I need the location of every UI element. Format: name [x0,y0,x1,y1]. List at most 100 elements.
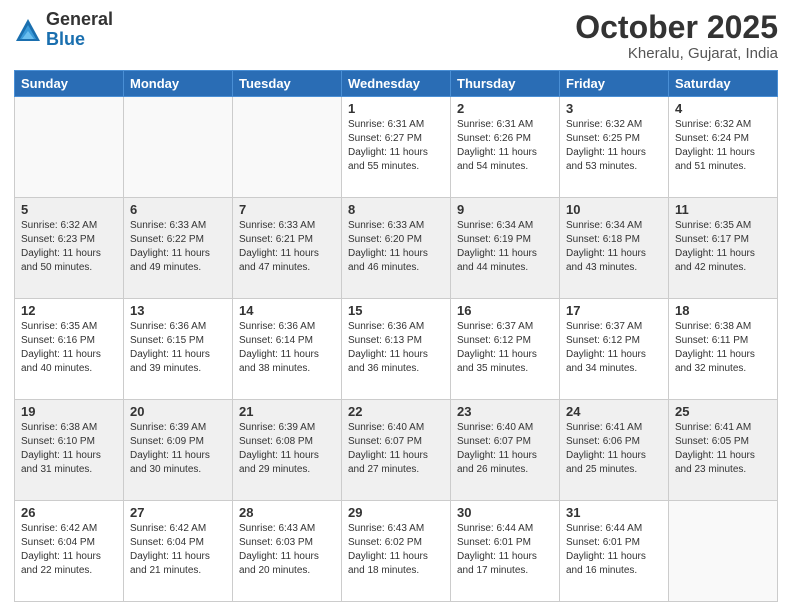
table-row: 7 Sunrise: 6:33 AM Sunset: 6:21 PM Daylig… [233,198,342,299]
table-row [124,97,233,198]
day-number: 15 [348,303,444,318]
day-number: 8 [348,202,444,217]
header-wednesday: Wednesday [342,71,451,97]
header: General Blue October 2025 Kheralu, Gujar… [14,10,778,62]
table-row: 9 Sunrise: 6:34 AM Sunset: 6:19 PM Daylig… [451,198,560,299]
title-block: October 2025 Kheralu, Gujarat, India [575,10,778,62]
day-number: 9 [457,202,553,217]
table-row: 31 Sunrise: 6:44 AM Sunset: 6:01 PM Dayli… [560,501,669,602]
day-number: 30 [457,505,553,520]
logo-blue-text: Blue [46,30,113,50]
header-friday: Friday [560,71,669,97]
day-info: Sunrise: 6:32 AM Sunset: 6:24 PM Dayligh… [675,118,771,174]
table-row: 22 Sunrise: 6:40 AM Sunset: 6:07 PM Dayli… [342,400,451,501]
table-row [233,97,342,198]
day-number: 11 [675,202,771,217]
day-info: Sunrise: 6:37 AM Sunset: 6:12 PM Dayligh… [566,320,662,376]
month-title: October 2025 [575,10,778,45]
header-tuesday: Tuesday [233,71,342,97]
calendar-week-row: 19Sunrise: 6:38 AM Sunset: 6:10 PM Dayli… [15,400,778,501]
day-info: Sunrise: 6:41 AM Sunset: 6:06 PM Dayligh… [566,421,662,477]
table-row [15,97,124,198]
table-row: 23 Sunrise: 6:40 AM Sunset: 6:07 PM Dayli… [451,400,560,501]
day-info: Sunrise: 6:41 AM Sunset: 6:05 PM Dayligh… [675,421,771,477]
logo-text: General Blue [46,10,113,50]
calendar-week-row: 12Sunrise: 6:35 AM Sunset: 6:16 PM Dayli… [15,299,778,400]
day-number: 17 [566,303,662,318]
day-info: Sunrise: 6:34 AM Sunset: 6:18 PM Dayligh… [566,219,662,275]
day-number: 26 [21,505,117,520]
table-row: 3 Sunrise: 6:32 AM Sunset: 6:25 PM Daylig… [560,97,669,198]
day-number: 21 [239,404,335,419]
location: Kheralu, Gujarat, India [575,45,778,62]
table-row: 28Sunrise: 6:43 AM Sunset: 6:03 PM Dayli… [233,501,342,602]
day-info: Sunrise: 6:31 AM Sunset: 6:27 PM Dayligh… [348,118,444,174]
table-row: 13Sunrise: 6:36 AM Sunset: 6:15 PM Dayli… [124,299,233,400]
day-info: Sunrise: 6:44 AM Sunset: 6:01 PM Dayligh… [566,522,662,578]
table-row: 19Sunrise: 6:38 AM Sunset: 6:10 PM Dayli… [15,400,124,501]
table-row: 20 Sunrise: 6:39 AM Sunset: 6:09 PM Dayli… [124,400,233,501]
table-row: 29 Sunrise: 6:43 AM Sunset: 6:02 PM Dayli… [342,501,451,602]
day-info: Sunrise: 6:42 AM Sunset: 6:04 PM Dayligh… [130,522,226,578]
day-info: Sunrise: 6:39 AM Sunset: 6:08 PM Dayligh… [239,421,335,477]
table-row: 12Sunrise: 6:35 AM Sunset: 6:16 PM Dayli… [15,299,124,400]
day-info: Sunrise: 6:32 AM Sunset: 6:25 PM Dayligh… [566,118,662,174]
table-row: 27Sunrise: 6:42 AM Sunset: 6:04 PM Dayli… [124,501,233,602]
day-number: 20 [130,404,226,419]
day-info: Sunrise: 6:40 AM Sunset: 6:07 PM Dayligh… [457,421,553,477]
header-monday: Monday [124,71,233,97]
day-number: 22 [348,404,444,419]
day-info: Sunrise: 6:42 AM Sunset: 6:04 PM Dayligh… [21,522,117,578]
table-row: 2Sunrise: 6:31 AM Sunset: 6:26 PM Daylig… [451,97,560,198]
day-number: 6 [130,202,226,217]
day-number: 29 [348,505,444,520]
calendar-week-row: 1 Sunrise: 6:31 AM Sunset: 6:27 PM Daylig… [15,97,778,198]
day-number: 25 [675,404,771,419]
logo-general-text: General [46,10,113,30]
day-number: 10 [566,202,662,217]
table-row: 6 Sunrise: 6:33 AM Sunset: 6:22 PM Daylig… [124,198,233,299]
table-row: 14 Sunrise: 6:36 AM Sunset: 6:14 PM Dayli… [233,299,342,400]
day-number: 3 [566,101,662,116]
header-thursday: Thursday [451,71,560,97]
table-row: 1 Sunrise: 6:31 AM Sunset: 6:27 PM Daylig… [342,97,451,198]
day-info: Sunrise: 6:31 AM Sunset: 6:26 PM Dayligh… [457,118,553,174]
day-number: 18 [675,303,771,318]
logo: General Blue [14,10,113,50]
table-row: 25 Sunrise: 6:41 AM Sunset: 6:05 PM Dayli… [669,400,778,501]
table-row: 17 Sunrise: 6:37 AM Sunset: 6:12 PM Dayli… [560,299,669,400]
day-number: 7 [239,202,335,217]
table-row: 11 Sunrise: 6:35 AM Sunset: 6:17 PM Dayli… [669,198,778,299]
day-number: 12 [21,303,117,318]
day-number: 23 [457,404,553,419]
table-row: 15Sunrise: 6:36 AM Sunset: 6:13 PM Dayli… [342,299,451,400]
day-info: Sunrise: 6:34 AM Sunset: 6:19 PM Dayligh… [457,219,553,275]
table-row: 21 Sunrise: 6:39 AM Sunset: 6:08 PM Dayli… [233,400,342,501]
day-info: Sunrise: 6:35 AM Sunset: 6:17 PM Dayligh… [675,219,771,275]
day-info: Sunrise: 6:40 AM Sunset: 6:07 PM Dayligh… [348,421,444,477]
day-info: Sunrise: 6:44 AM Sunset: 6:01 PM Dayligh… [457,522,553,578]
day-number: 1 [348,101,444,116]
day-info: Sunrise: 6:38 AM Sunset: 6:11 PM Dayligh… [675,320,771,376]
table-row: 24 Sunrise: 6:41 AM Sunset: 6:06 PM Dayli… [560,400,669,501]
day-info: Sunrise: 6:33 AM Sunset: 6:22 PM Dayligh… [130,219,226,275]
day-number: 28 [239,505,335,520]
day-number: 24 [566,404,662,419]
calendar: Sunday Monday Tuesday Wednesday Thursday… [14,70,778,602]
day-number: 14 [239,303,335,318]
day-info: Sunrise: 6:43 AM Sunset: 6:02 PM Dayligh… [348,522,444,578]
logo-icon [14,17,42,45]
day-info: Sunrise: 6:36 AM Sunset: 6:14 PM Dayligh… [239,320,335,376]
day-number: 13 [130,303,226,318]
table-row: 26 Sunrise: 6:42 AM Sunset: 6:04 PM Dayli… [15,501,124,602]
day-number: 31 [566,505,662,520]
day-number: 16 [457,303,553,318]
day-info: Sunrise: 6:39 AM Sunset: 6:09 PM Dayligh… [130,421,226,477]
table-row: 10 Sunrise: 6:34 AM Sunset: 6:18 PM Dayli… [560,198,669,299]
header-sunday: Sunday [15,71,124,97]
day-info: Sunrise: 6:33 AM Sunset: 6:21 PM Dayligh… [239,219,335,275]
day-info: Sunrise: 6:33 AM Sunset: 6:20 PM Dayligh… [348,219,444,275]
table-row: 18 Sunrise: 6:38 AM Sunset: 6:11 PM Dayli… [669,299,778,400]
day-number: 4 [675,101,771,116]
day-info: Sunrise: 6:37 AM Sunset: 6:12 PM Dayligh… [457,320,553,376]
